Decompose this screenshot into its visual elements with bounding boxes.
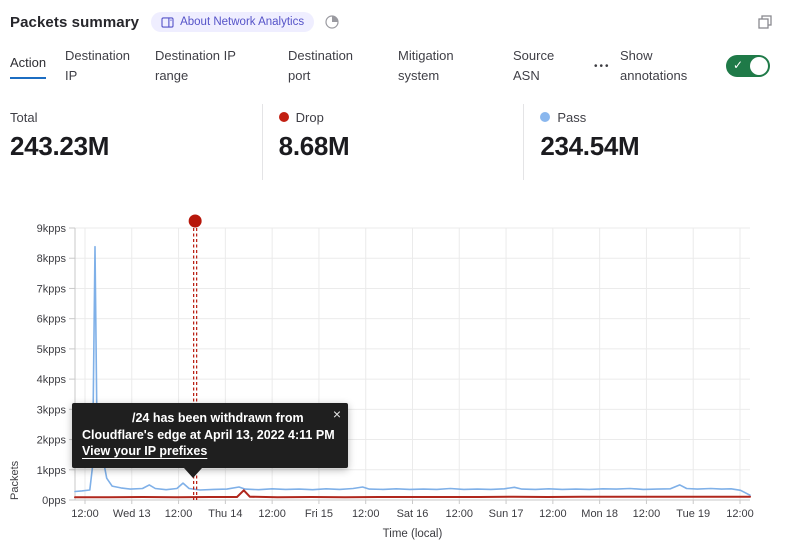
svg-text:12:00: 12:00 — [165, 508, 193, 520]
ellipsis-icon[interactable]: ••• — [594, 61, 620, 72]
dimension-tabs: Action Destination IP Destination IP ran… — [0, 42, 785, 90]
svg-text:8kpps: 8kpps — [37, 253, 67, 265]
annotation-text-line2: Cloudflare's edge at April 13, 2022 4:11… — [82, 427, 338, 444]
page-title: Packets summary — [10, 14, 139, 31]
packets-time-series-chart: 12:00 Wed 13 12:00 Thu 14 12:00 Fri 15 12:00 Sa… — [0, 210, 785, 555]
close-icon[interactable]: × — [333, 406, 341, 423]
svg-text:12:00: 12:00 — [539, 508, 567, 520]
svg-text:7kpps: 7kpps — [37, 283, 67, 295]
pie-chart-icon — [324, 14, 340, 30]
svg-text:Fri 15: Fri 15 — [305, 508, 333, 520]
pass-legend-dot — [540, 112, 550, 122]
stat-pass: Pass 234.54M — [523, 104, 785, 180]
svg-text:2kpps: 2kpps — [37, 435, 67, 447]
svg-text:Mon 18: Mon 18 — [581, 508, 618, 520]
chart-canvas: 12:00 Wed 13 12:00 Thu 14 12:00 Fri 15 12:00 Sa… — [0, 210, 785, 555]
check-icon: ✓ — [733, 58, 743, 72]
x-axis-label: Time (local) — [75, 528, 750, 540]
svg-text:Sun 17: Sun 17 — [489, 508, 524, 520]
svg-text:Thu 14: Thu 14 — [208, 508, 242, 520]
svg-text:Tue 19: Tue 19 — [676, 508, 710, 520]
stat-total-label: Total — [10, 110, 37, 125]
drop-legend-dot — [279, 112, 289, 122]
annotation-tooltip: × /24 has been withdrawn from Cloudflare… — [72, 403, 348, 468]
tooltip-caret — [184, 468, 202, 478]
stat-pass-label: Pass — [557, 110, 586, 125]
svg-text:3kpps: 3kpps — [37, 404, 67, 416]
svg-text:Sat 16: Sat 16 — [397, 508, 429, 520]
svg-text:12:00: 12:00 — [71, 508, 99, 520]
svg-text:12:00: 12:00 — [726, 508, 754, 520]
svg-text:6kpps: 6kpps — [37, 314, 67, 326]
svg-text:Wed 13: Wed 13 — [113, 508, 151, 520]
svg-text:0pps: 0pps — [42, 495, 66, 507]
show-annotations-toggle[interactable]: ✓ — [726, 55, 770, 77]
expand-icon[interactable] — [757, 14, 773, 30]
tab-source-asn[interactable]: Source ASN — [513, 46, 594, 86]
network-analytics-panel: Packets summary About Network Analytics … — [0, 0, 785, 555]
y-axis-label: Packets — [9, 228, 21, 500]
totals-row: Total 243.23M Drop 8.68M Pass 234.54M — [0, 104, 785, 180]
view-ip-prefixes-link[interactable]: View your IP prefixes — [82, 444, 207, 458]
stat-drop: Drop 8.68M — [262, 104, 524, 180]
book-icon — [161, 17, 174, 28]
tab-destination-ip-range[interactable]: Destination IP range — [155, 46, 288, 86]
svg-text:1kpps: 1kpps — [37, 465, 67, 477]
tab-destination-port[interactable]: Destination port — [288, 46, 398, 86]
svg-text:12:00: 12:00 — [258, 508, 286, 520]
stat-total-value: 243.23M — [10, 131, 262, 162]
stat-total: Total 243.23M — [0, 104, 262, 180]
show-annotations-label: Show annotations — [620, 46, 712, 86]
svg-text:12:00: 12:00 — [446, 508, 474, 520]
svg-text:9kpps: 9kpps — [37, 223, 67, 235]
annotation-text-line1: /24 has been withdrawn from — [132, 410, 338, 427]
tab-destination-ip[interactable]: Destination IP — [65, 46, 155, 86]
stat-drop-value: 8.68M — [279, 131, 524, 162]
svg-text:12:00: 12:00 — [633, 508, 661, 520]
badge-label: About Network Analytics — [180, 16, 304, 28]
svg-text:12:00: 12:00 — [352, 508, 380, 520]
svg-text:5kpps: 5kpps — [37, 344, 67, 356]
stat-drop-label: Drop — [296, 110, 324, 125]
tab-action[interactable]: Action — [10, 53, 65, 79]
svg-text:4kpps: 4kpps — [37, 374, 67, 386]
about-network-analytics-badge[interactable]: About Network Analytics — [151, 12, 314, 32]
tab-mitigation-system[interactable]: Mitigation system — [398, 46, 513, 86]
header: Packets summary About Network Analytics — [0, 0, 785, 34]
toggle-knob — [750, 57, 768, 75]
stat-pass-value: 234.54M — [540, 131, 785, 162]
